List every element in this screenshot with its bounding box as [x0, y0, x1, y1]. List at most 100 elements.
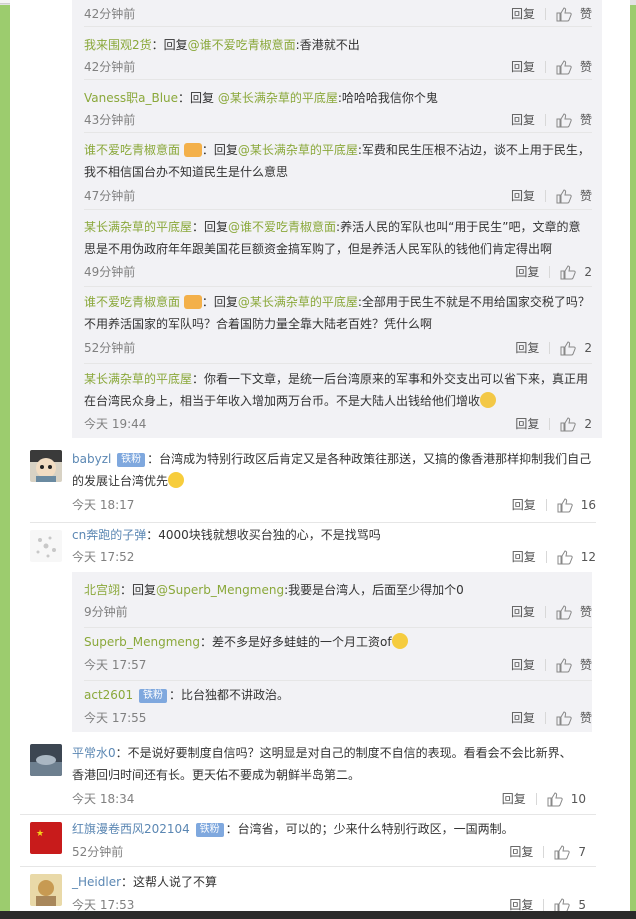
like-button[interactable]: 2: [560, 264, 592, 280]
divider: [84, 363, 592, 364]
comment-time: 52分钟前: [72, 845, 124, 859]
comment-actions: 回复 12: [512, 549, 596, 565]
comment-actions: 回复 赞: [511, 188, 592, 204]
like-button[interactable]: 赞: [556, 710, 592, 726]
like-button[interactable]: 2: [560, 340, 592, 356]
like-label: 赞: [579, 7, 592, 21]
like-button[interactable]: 16: [557, 497, 596, 513]
user-link[interactable]: Superb_Mengmeng: [84, 635, 200, 649]
like-label: 赞: [579, 113, 592, 127]
like-button[interactable]: 赞: [556, 59, 592, 75]
like-button[interactable]: 赞: [556, 604, 592, 620]
like-count: 16: [580, 498, 596, 512]
comment-time: 47分钟前: [84, 189, 136, 203]
like-count: 2: [584, 265, 592, 279]
user-link[interactable]: _Heidler: [72, 875, 121, 889]
comment-body: ：不是说好要制度自信吗？这明显是对自己的制度不自信的表现。看看会不会比新界、香港…: [72, 746, 572, 782]
reply-link[interactable]: 回复: [511, 6, 535, 22]
action-divider: [544, 114, 546, 126]
subcomment-item: 某长满杂草的平底屋：回复@谁不爱吃青椒意面:养活人民的军队也叫“用于民生”吧，文…: [74, 209, 592, 285]
mention-link[interactable]: @某长满杂草的平底屋: [238, 143, 358, 157]
reply-link[interactable]: 回复: [502, 791, 526, 807]
reply-prefix: ：回复: [201, 295, 238, 309]
like-button[interactable]: 赞: [556, 188, 592, 204]
comment-actions: 回复 赞: [511, 59, 592, 75]
comment-actions: 回复 16: [512, 497, 596, 513]
subcomment-item: 谁不爱吃青椒意面 ：回复@某长满杂草的平底屋:军费和民生压根不沾边，谈不上用于民…: [74, 132, 592, 208]
reply-prefix: ：回复: [120, 583, 157, 597]
reply-link[interactable]: 回复: [512, 549, 536, 565]
comment-text: 谁不爱吃青椒意面 ：回复@某长满杂草的平底屋:全部用于民生不就是不用给国家交税了…: [84, 291, 590, 335]
comment-time: 9分钟前: [84, 605, 128, 619]
user-link[interactable]: 我来围观2货: [84, 38, 152, 52]
mention-link[interactable]: @Superb_Mengmeng: [156, 583, 284, 597]
reply-link[interactable]: 回复: [515, 264, 539, 280]
user-link[interactable]: act2601: [84, 688, 133, 702]
like-button[interactable]: 10: [547, 791, 586, 807]
comment-actions: 回复 2: [515, 264, 592, 280]
thumbs-up-icon: [557, 497, 573, 512]
comment-text: 平常水0：不是说好要制度自信吗？这明显是对自己的制度不自信的表现。看看会不会比新…: [72, 742, 582, 786]
like-button[interactable]: 7: [554, 844, 586, 860]
fan-badge: 铁粉: [139, 689, 168, 703]
user-link[interactable]: 某长满杂草的平底屋: [84, 220, 192, 234]
thumbs-up-icon: [554, 844, 571, 859]
comment-text: _Heidler：这帮人说了不算: [72, 871, 582, 893]
user-link[interactable]: 谁不爱吃青椒意面: [84, 143, 180, 157]
comment-time: 今天 19:44: [84, 417, 147, 431]
like-label: 赞: [579, 60, 592, 74]
comment-body: ：4000块钱就想收买台独的心，不是找骂吗: [146, 528, 381, 542]
thumbs-up-icon: [560, 264, 577, 279]
user-link[interactable]: Vaness职a_Blue: [84, 91, 178, 105]
avatar[interactable]: [30, 450, 62, 482]
divider: [84, 680, 592, 681]
user-link[interactable]: 北宫翊: [84, 583, 120, 597]
thumbs-up-icon: [556, 6, 572, 21]
reply-link[interactable]: 回复: [511, 112, 535, 128]
reply-link[interactable]: 回复: [509, 844, 533, 860]
user-link[interactable]: 谁不爱吃青椒意面: [84, 295, 180, 309]
reply-link[interactable]: 回复: [511, 59, 535, 75]
user-link[interactable]: 红旗漫卷西风202104: [72, 822, 190, 836]
avatar[interactable]: ★: [30, 822, 62, 854]
reply-link[interactable]: 回复: [515, 340, 539, 356]
avatar[interactable]: [30, 530, 62, 562]
user-link[interactable]: 某长满杂草的平底屋: [84, 372, 192, 386]
reply-prefix: ：回复: [151, 38, 188, 52]
comment-time: 今天 18:17: [72, 498, 135, 512]
reply-link[interactable]: 回复: [511, 188, 535, 204]
like-button[interactable]: 12: [557, 549, 596, 565]
avatar[interactable]: [30, 874, 62, 906]
user-link[interactable]: 平常水0: [72, 746, 116, 760]
fan-badge: 铁粉: [117, 453, 146, 467]
divider: [20, 814, 596, 815]
like-button[interactable]: 赞: [556, 112, 592, 128]
mention-link[interactable]: @谁不爱吃青椒意面: [228, 220, 336, 234]
mention-link[interactable]: @某长满杂草的平底屋: [218, 91, 338, 105]
like-count: 10: [570, 792, 586, 806]
subcomment-item: Vaness职a_Blue：回复 @某长满杂草的平底屋:哈哈哈我信你个鬼 43分…: [74, 79, 592, 131]
mention-link[interactable]: @某长满杂草的平底屋: [238, 295, 358, 309]
comment-text: 我来围观2货：回复@谁不爱吃青椒意面:香港就不出: [84, 34, 590, 56]
like-button[interactable]: 赞: [556, 657, 592, 673]
reply-link[interactable]: 回复: [511, 604, 535, 620]
subcomment-item: 谁不爱吃青椒意面 ：回复@某长满杂草的平底屋:全部用于民生不就是不用给国家交税了…: [74, 286, 592, 362]
avatar[interactable]: [30, 744, 62, 776]
mention-link[interactable]: @谁不爱吃青椒意面: [188, 38, 296, 52]
reply-link[interactable]: 回复: [511, 657, 535, 673]
subcomment-item: act2601 铁粉 ：比台独都不讲政治。 今天 17:55 回复 赞: [74, 680, 592, 732]
comment-actions: 回复 赞: [511, 6, 592, 22]
reply-link[interactable]: 回复: [515, 416, 539, 432]
comment-body: ：台湾成为特别行政区后肯定又是各种政策往那送，又搞的像香港那样抑制我们自己的发展…: [72, 452, 592, 488]
reply-link[interactable]: 回复: [511, 710, 535, 726]
user-link[interactable]: cn奔跑的子弹: [72, 528, 146, 542]
user-link[interactable]: babyzl: [72, 452, 111, 466]
comment-actions: 回复 7: [509, 844, 586, 860]
like-button[interactable]: 2: [560, 416, 592, 432]
divider: [30, 522, 596, 523]
like-button[interactable]: 赞: [556, 6, 592, 22]
action-divider: [549, 266, 551, 278]
subcomment-item: 42分钟前 回复 赞: [74, 0, 592, 26]
reply-link[interactable]: 回复: [512, 497, 536, 513]
cat-face-emoji: [391, 633, 408, 649]
